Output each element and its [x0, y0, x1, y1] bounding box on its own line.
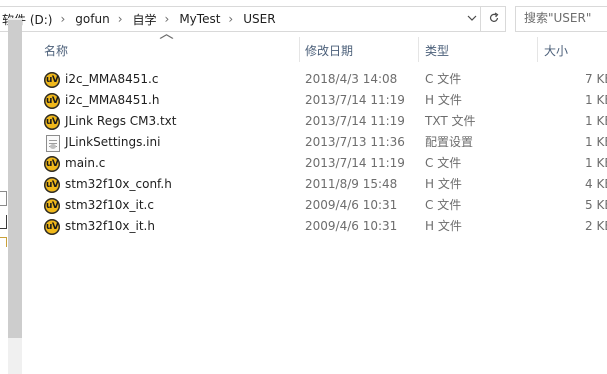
column-header-name-label: 名称 [44, 43, 69, 58]
file-type: 配置设置 [425, 135, 474, 149]
file-row[interactable]: uV i2c_MMA8451.c 2018/4/3 14:08 C 文件 7 K… [0, 69, 607, 90]
refresh-icon[interactable] [488, 12, 500, 26]
file-row[interactable]: uV stm32f10x_it.h 2009/4/6 10:31 H 文件 2 … [0, 216, 607, 237]
file-type: C 文件 [425, 156, 462, 170]
file-type: TXT 文件 [425, 114, 476, 128]
file-row[interactable]: uV main.c 2013/7/14 11:19 C 文件 1 KE [0, 153, 607, 174]
file-list: uV i2c_MMA8451.c 2018/4/3 14:08 C 文件 7 K… [0, 69, 607, 237]
column-header-type[interactable]: 类型 [425, 37, 535, 63]
file-type: C 文件 [425, 198, 462, 212]
address-bar-region: 软件 (D:) › gofun › 自学 › MyTest › USER [0, 0, 607, 37]
uvision-source-icon: uV [44, 219, 60, 235]
file-name: JLinkSettings.ini [65, 135, 161, 149]
uvision-source-icon: uV [44, 93, 60, 109]
chevron-down-icon[interactable] [467, 13, 477, 25]
file-name: stm32f10x_it.c [65, 198, 154, 212]
breadcrumb-gofun[interactable]: gofun [69, 12, 113, 26]
file-date: 2018/4/3 14:08 [305, 72, 398, 86]
column-header-size-label: 大小 [544, 43, 569, 58]
file-name: stm32f10x_it.h [65, 219, 155, 233]
file-name: JLink Regs CM3.txt [65, 114, 177, 128]
column-divider[interactable] [299, 37, 300, 62]
file-name: i2c_MMA8451.h [65, 93, 160, 107]
breadcrumb-separator[interactable]: › [56, 12, 69, 26]
uvision-source-icon: uV [44, 156, 60, 172]
breadcrumb-user[interactable]: USER [237, 12, 279, 26]
file-size: 1 KE [585, 156, 607, 170]
column-header-size[interactable]: 大小 [544, 37, 607, 63]
file-date: 2009/4/6 10:31 [305, 219, 398, 233]
file-date: 2013/7/14 11:19 [305, 156, 405, 170]
file-type: H 文件 [425, 219, 462, 233]
column-header-date[interactable]: 修改日期 [305, 37, 417, 63]
file-size: 1 KE [585, 114, 607, 128]
column-header-type-label: 类型 [425, 43, 450, 58]
file-row[interactable]: uV i2c_MMA8451.h 2013/7/14 11:19 H 文件 1 … [0, 90, 607, 111]
breadcrumb-separator[interactable]: › [224, 12, 237, 26]
file-row[interactable]: uV stm32f10x_conf.h 2011/8/9 15:48 H 文件 … [0, 174, 607, 195]
file-type: C 文件 [425, 72, 462, 86]
file-name: i2c_MMA8451.c [65, 72, 159, 86]
breadcrumb-separator[interactable]: › [161, 12, 174, 26]
breadcrumb-zixue[interactable]: 自学 [127, 11, 161, 28]
breadcrumb-separator[interactable]: › [114, 12, 127, 26]
file-date: 2013/7/13 11:36 [305, 135, 405, 149]
file-date: 2009/4/6 10:31 [305, 198, 398, 212]
file-date: 2011/8/9 15:48 [305, 177, 398, 191]
file-size: 2 KE [585, 219, 607, 233]
uvision-source-icon: uV [44, 114, 60, 130]
uvision-source-icon: uV [44, 177, 60, 193]
file-size: 5 KE [585, 198, 607, 212]
file-name: stm32f10x_conf.h [65, 177, 172, 191]
column-header-date-label: 修改日期 [305, 43, 354, 58]
folder-icon[interactable] [0, 237, 7, 247]
file-date: 2013/7/14 11:19 [305, 114, 405, 128]
breadcrumb-mytest[interactable]: MyTest [173, 12, 224, 26]
file-type: H 文件 [425, 177, 462, 191]
file-size: 4 KE [585, 177, 607, 191]
search-box[interactable] [515, 6, 607, 32]
column-divider[interactable] [537, 37, 538, 62]
file-size: 1 KE [585, 135, 607, 149]
file-row[interactable]: JLinkSettings.ini 2013/7/13 11:36 配置设置 1… [0, 132, 607, 153]
file-size: 1 KE [585, 93, 607, 107]
uvision-source-icon: uV [44, 72, 60, 88]
address-bar-controls [461, 6, 506, 32]
settings-file-icon [44, 135, 60, 152]
search-input[interactable] [516, 7, 607, 29]
column-divider[interactable] [418, 37, 419, 62]
file-date: 2013/7/14 11:19 [305, 93, 405, 107]
file-type: H 文件 [425, 93, 462, 107]
breadcrumb[interactable]: 软件 (D:) › gofun › 自学 › MyTest › USER [0, 6, 481, 32]
column-header-name[interactable]: 名称 [44, 37, 298, 63]
file-row[interactable]: uV stm32f10x_it.c 2009/4/6 10:31 C 文件 5 … [0, 195, 607, 216]
uvision-source-icon: uV [44, 198, 60, 214]
file-name: main.c [65, 156, 106, 170]
file-row[interactable]: uV JLink Regs CM3.txt 2013/7/14 11:19 TX… [0, 111, 607, 132]
file-size: 7 KE [585, 72, 607, 86]
